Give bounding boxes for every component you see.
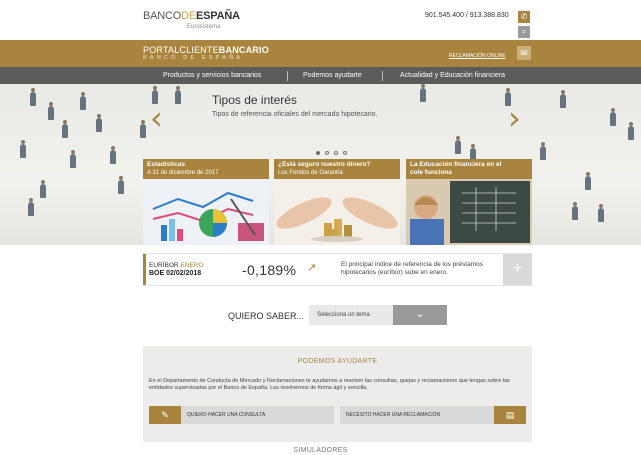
hero-subtitle: Tipos de referencia oficiales del mercad… [212,111,378,118]
euribor-date: BOE 02/02/2018 [149,270,202,277]
charts-image [143,179,269,245]
portal-bar: PORTALCLIENTEBANCARIO BANCO DE ESPAÑA RE… [0,40,641,67]
nav-item-productos[interactable]: Productos y servicios bancarios [163,67,261,84]
reclamacion-online-link[interactable]: RECLAMACIÓN ONLINE [449,53,506,59]
person-figure [110,146,116,164]
phone-numbers: 901.545.400 / 913.388.830 [425,12,509,19]
banco-de-espana-logo[interactable]: BANCODEESPAÑA Eurosistema [143,10,240,30]
person-figure [70,150,76,168]
trend-up-icon: ↗ [307,262,317,274]
person-figure [598,204,604,222]
coins-hands-image [274,179,400,245]
nav-separator [287,71,288,81]
carousel-dot[interactable] [316,151,320,155]
phone-icon[interactable]: ✆ [518,11,530,23]
search-icon[interactable]: ⌕ [518,26,530,38]
mail-icon[interactable]: ✉ [517,46,531,60]
euribor-widget: EURÍBOR ENERO BOE 02/02/2018 -0,189% ↗ E… [143,253,532,286]
carousel-next-icon[interactable]: › [508,102,521,134]
person-figure [140,120,146,138]
podemos-ayudarte-section: PODEMOS AYUDARTE En el Departamento de C… [143,346,532,442]
person-figure [560,90,566,108]
portal-title-b: BANCARIO [218,45,269,55]
euribor-label: EURÍBOR [149,262,179,269]
portal-title-a: PORTALCLIENTE [143,45,219,55]
person-figure [585,172,591,190]
section-title: PODEMOS AYUDARTE [297,358,378,365]
person-figure [40,180,46,198]
chevron-down-icon[interactable]: ⌄ [393,305,447,325]
document-icon: ✎ [149,406,181,424]
simuladores-title: SIMULADORES [293,447,348,454]
person-figure [628,122,634,140]
top-header: BANCODEESPAÑA Eurosistema 901.545.400 / … [0,0,641,40]
card-educacion-financiera[interactable]: La Educación financiera en el cole funci… [406,159,532,245]
euribor-description: El principal índice de referencia de los… [341,261,483,276]
nav-separator [382,71,383,81]
hero-title: Tipos de interés [212,93,297,107]
topic-select[interactable]: Selecciona un tema [309,305,393,325]
main-nav: Productos y servicios bancarios Podemos … [0,67,641,84]
person-figure [540,142,546,160]
person-figure [62,120,68,138]
plus-button[interactable]: + [503,254,532,285]
nav-item-podemos-ayudarte[interactable]: Podemos ayudarte [303,67,362,84]
person-figure [455,136,461,154]
card-title: ¿Está seguro nuestro dinero? [278,161,371,168]
person-figure [20,140,26,158]
carousel-dot[interactable] [325,151,329,155]
euribor-accent [143,254,146,285]
person-figure [572,202,578,220]
logo-text-banco: BANCO [143,10,182,22]
person-figure [118,176,124,194]
carousel-dots [316,142,352,160]
card-estadisticas[interactable]: Estadísticas A 31 de diciembre de 2017 [143,159,269,245]
euribor-month: ENERO [180,262,204,269]
consulta-button[interactable]: ✎ QUIERO HACER UNA CONSULTA [149,406,334,424]
consulta-button-label: QUIERO HACER UNA CONSULTA [187,412,266,418]
nav-item-actualidad[interactable]: Actualidad y Educación financiera [400,67,505,84]
person-figure [80,92,86,110]
euribor-value: -0,189% [242,262,297,278]
card-subtitle: Los Fondos de Garantía [278,170,343,176]
reclamacion-button-label: NECESITO HACER UNA RECLAMACIÓN [346,412,441,418]
carousel-dot[interactable] [334,151,338,155]
person-figure [30,88,36,106]
carousel-dot[interactable] [343,151,347,155]
card-fondos-garantia[interactable]: ¿Está seguro nuestro dinero? Los Fondos … [274,159,400,245]
logo-text-espana: ESPAÑA [196,10,240,22]
card-subtitle: A 31 de diciembre de 2017 [147,170,219,176]
person-figure [175,86,181,104]
card-title: Estadísticas [147,161,185,168]
reclamacion-button[interactable]: NECESITO HACER UNA RECLAMACIÓN ▤ [340,406,526,424]
person-figure [28,198,34,216]
card-subtitle: cole funciona [410,169,452,176]
logo-subtitle: Eurosistema [187,24,221,30]
person-figure [610,108,616,126]
person-figure [48,102,54,120]
chat-bubbles-icon: ▤ [494,406,526,424]
quiero-saber-label: QUIERO SABER... [228,311,305,321]
carousel-prev-icon[interactable]: ‹ [150,102,163,134]
logo-text-de: DE [181,10,197,22]
person-figure [420,84,426,102]
card-title: La Educación financiera en el [410,161,502,168]
person-figure [96,114,102,132]
portal-subtitle: BANCO DE ESPAÑA [143,55,244,61]
portal-title[interactable]: PORTALCLIENTEBANCARIO [143,45,269,55]
child-blackboard-image [406,179,532,245]
section-description: En el Departamento de Conducta de Mercad… [149,378,510,391]
